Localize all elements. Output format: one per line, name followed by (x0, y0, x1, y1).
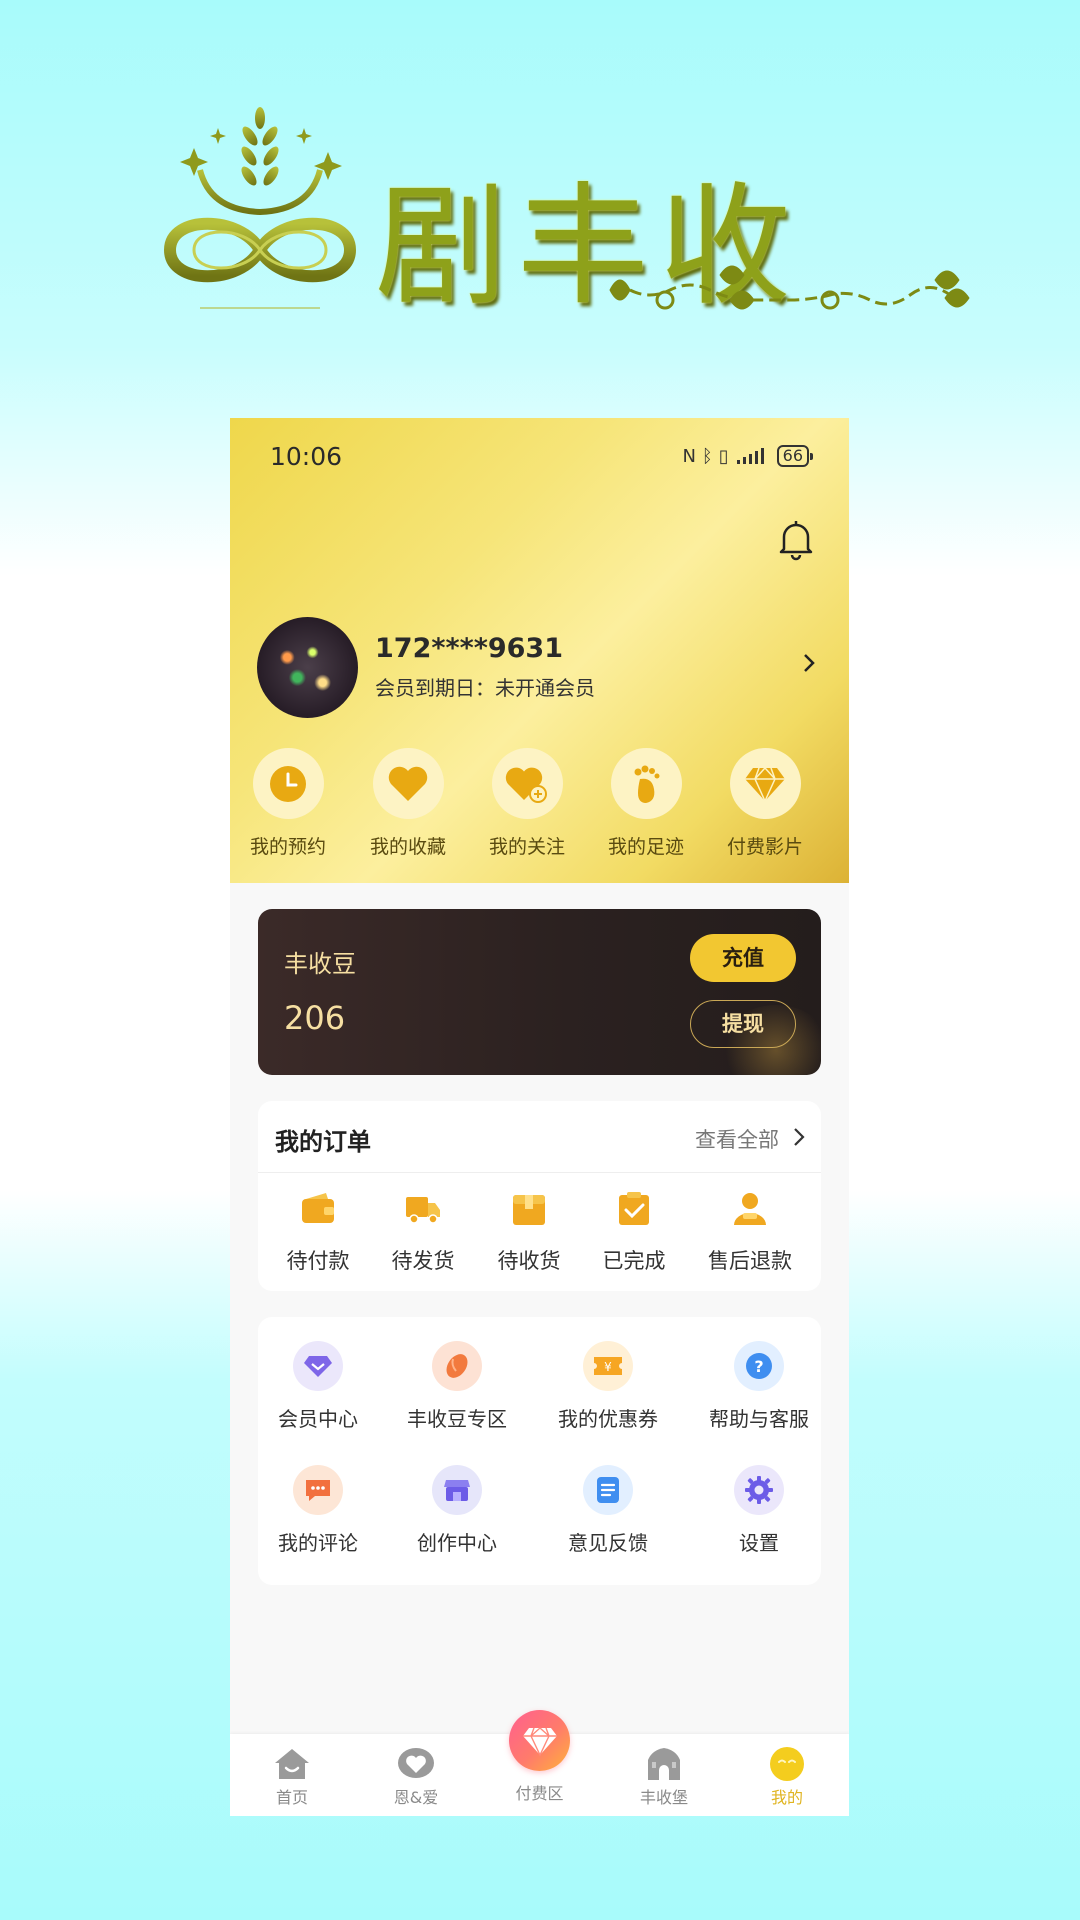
member-expiry-text: 会员到期日：未开通会员 (375, 676, 595, 700)
order-pending-payment[interactable]: 待付款 (263, 1189, 373, 1275)
my-orders-card: 我的订单 查看全部 待付款 待发货 待收货 已完成 售后退款 (258, 1101, 821, 1291)
love-icon (398, 1748, 434, 1778)
footprint-icon (634, 765, 660, 803)
bluetooth-icon: ᛒ (701, 445, 713, 467)
wallet-icon (302, 1193, 334, 1223)
profile-header: 10:06 N ᛒ ▯ 66 172****9631 会员到期日：未开通会员 我… (230, 418, 849, 883)
orders-view-all-link[interactable]: 查看全部 (695, 1124, 779, 1154)
nfc-icon: N (682, 445, 696, 467)
avatar[interactable] (257, 617, 358, 718)
service-member-center[interactable]: 会员中心 (248, 1341, 388, 1432)
quick-action-label: 我的收藏 (369, 836, 446, 858)
order-label: 售后退款 (708, 1249, 792, 1273)
diamond-icon (522, 1726, 557, 1757)
signal-icon (736, 448, 764, 464)
quick-action-following[interactable]: 我的关注 (467, 748, 587, 859)
order-label: 已完成 (602, 1249, 666, 1273)
floral-vine-decoration-icon (609, 265, 970, 310)
quick-action-history[interactable]: 我的足迹 (586, 748, 706, 859)
creator-store-icon (444, 1480, 470, 1501)
status-icons: N ᛒ ▯ 66 (682, 442, 814, 470)
service-coupons[interactable]: ¥ 我的优惠券 (538, 1341, 678, 1432)
service-feedback[interactable]: 意见反馈 (538, 1465, 678, 1556)
service-label: 帮助与客服 (709, 1407, 809, 1431)
feedback-icon (597, 1477, 619, 1503)
service-my-comments[interactable]: 我的评论 (248, 1465, 388, 1556)
wheat-infinity-emblem-icon (163, 107, 357, 309)
tab-paid-zone-label[interactable]: 付费区 (489, 1780, 590, 1804)
orders-title: 我的订单 (275, 1128, 371, 1156)
tab-mine[interactable]: 我的 (742, 1746, 832, 1808)
tab-label: 丰收堡 (639, 1788, 688, 1807)
truck-icon (406, 1197, 440, 1224)
tab-home[interactable]: 首页 (247, 1746, 337, 1808)
brand-logo: 剧丰收 (160, 100, 980, 360)
quick-action-label: 我的足迹 (607, 836, 684, 858)
chevron-right-icon[interactable] (802, 652, 816, 674)
status-time: 10:06 (270, 442, 343, 471)
service-label: 丰收豆专区 (407, 1407, 507, 1431)
quick-action-label: 付费影片 (726, 836, 803, 858)
tab-harvest-castle[interactable]: 丰收堡 (619, 1746, 709, 1808)
service-label: 我的优惠券 (558, 1407, 658, 1431)
withdraw-button[interactable]: 提现 (690, 1000, 796, 1048)
user-phone-number[interactable]: 172****9631 (375, 633, 563, 664)
tab-label: 恩&爱 (393, 1788, 439, 1807)
heart-icon (388, 766, 428, 801)
package-icon (513, 1195, 545, 1225)
service-settings[interactable]: 设置 (689, 1465, 829, 1556)
order-after-sales[interactable]: 售后退款 (695, 1189, 805, 1275)
comment-icon (306, 1480, 330, 1501)
bean-icon (446, 1354, 468, 1378)
quick-action-favorites[interactable]: 我的收藏 (348, 748, 468, 859)
vibrate-icon: ▯ (718, 445, 729, 467)
order-label: 待付款 (286, 1249, 350, 1273)
diamond-icon (745, 766, 785, 803)
settings-gear-icon (745, 1476, 773, 1504)
service-creator-center[interactable]: 创作中心 (387, 1465, 527, 1556)
tab-love[interactable]: 恩&爱 (371, 1746, 461, 1808)
tab-label: 首页 (275, 1788, 308, 1807)
service-label: 我的评论 (278, 1531, 358, 1555)
order-label: 待发货 (391, 1249, 455, 1273)
phone-screen: 10:06 N ᛒ ▯ 66 172****9631 会员到期日：未开通会员 我… (230, 418, 849, 1816)
home-icon (275, 1749, 309, 1779)
service-agent-icon (734, 1193, 766, 1225)
order-label: 待收货 (497, 1249, 561, 1273)
quick-action-appointments[interactable]: 我的预约 (230, 748, 348, 859)
service-label: 意见反馈 (568, 1531, 648, 1555)
svg-text:?: ? (754, 1357, 763, 1376)
recharge-button[interactable]: 充值 (690, 934, 796, 982)
clock-icon (270, 765, 306, 802)
chevron-right-icon[interactable] (793, 1127, 805, 1147)
castle-icon (648, 1748, 680, 1780)
bell-icon[interactable] (776, 517, 816, 561)
beans-title: 丰收豆 (284, 950, 356, 978)
quick-action-paid-movies[interactable]: 付费影片 (705, 748, 825, 859)
clipboard-check-icon (619, 1192, 649, 1225)
tab-paid-zone[interactable] (509, 1710, 570, 1771)
service-help[interactable]: ? 帮助与客服 (689, 1341, 829, 1432)
beans-balance-value: 206 (284, 999, 346, 1037)
service-label: 会员中心 (278, 1407, 358, 1431)
services-grid: 会员中心 丰收豆专区 ¥ 我的优惠券 ? 帮助与客服 我的评论 创作中心 意见反… (258, 1317, 821, 1585)
service-label: 创作中心 (417, 1531, 497, 1555)
order-completed[interactable]: 已完成 (579, 1189, 689, 1275)
service-label: 设置 (739, 1531, 779, 1555)
quick-action-label: 我的关注 (488, 836, 565, 858)
quick-action-label: 我的预约 (249, 836, 326, 858)
help-icon: ? (746, 1353, 772, 1379)
coupon-icon: ¥ (594, 1357, 622, 1375)
beans-balance-card: 丰收豆 206 充值 提现 (258, 909, 821, 1075)
tab-label: 我的 (770, 1788, 803, 1807)
profile-face-icon (770, 1747, 804, 1781)
svg-text:¥: ¥ (604, 1360, 612, 1374)
order-pending-receipt[interactable]: 待收货 (474, 1189, 584, 1275)
vip-diamond-icon (304, 1356, 332, 1377)
order-pending-shipment[interactable]: 待发货 (368, 1189, 478, 1275)
heart-plus-icon (505, 767, 547, 803)
battery-icon: 66 (776, 445, 814, 467)
service-beans-zone[interactable]: 丰收豆专区 (387, 1341, 527, 1432)
divider (258, 1172, 821, 1173)
